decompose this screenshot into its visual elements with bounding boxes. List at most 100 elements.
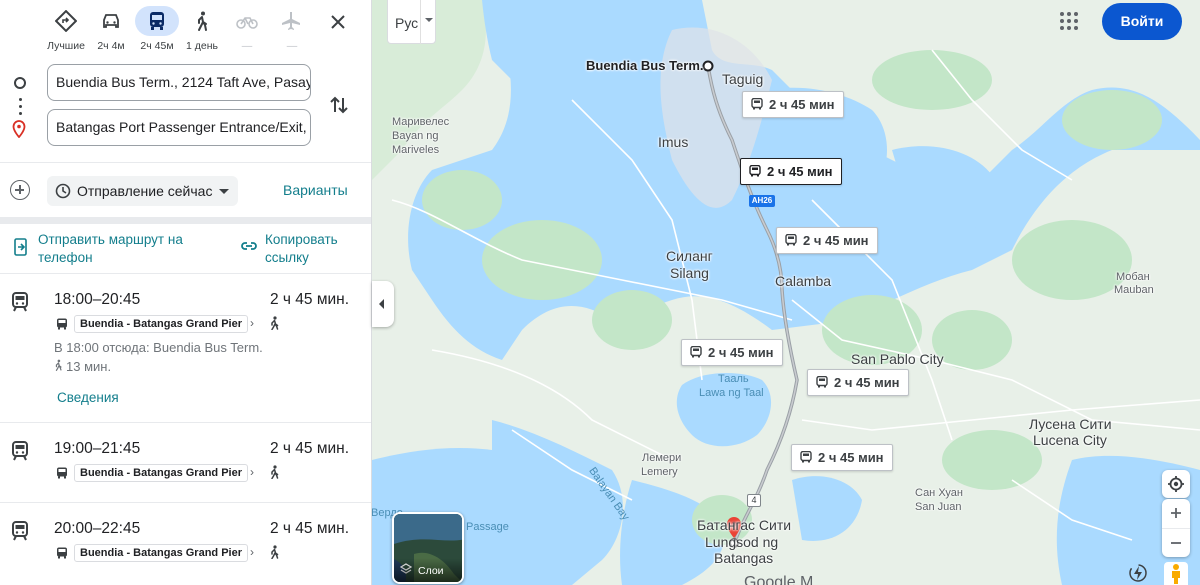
highway-shield-ah26: AH26 [749,195,775,207]
map-canvas[interactable] [372,0,1200,585]
depart-time-dropdown[interactable]: Отправление сейчас [47,176,238,206]
swap-arrows-icon [330,96,348,114]
walk-icon [271,545,279,559]
close-icon [331,15,345,29]
origin-circle-icon [14,77,26,89]
my-location-button[interactable] [1162,470,1190,498]
map-label-taal: Lawa ng Taal [699,387,764,399]
bus-icon [57,318,67,330]
route-duration-badge[interactable]: 2 ч 45 мин [776,227,878,254]
copy-link-button[interactable]: Копировать ссылку [265,231,365,267]
departure-info: В 18:00 отсюда: Buendia Bus Term. [54,340,263,355]
close-directions-button[interactable] [324,8,352,36]
chevron-right-icon: › [250,465,254,479]
trip-duration: 2 ч 45 мин. [270,440,350,457]
bus-icon [800,451,812,463]
street-view-pegman[interactable] [1164,562,1188,585]
map-label-taal-ru: Тааль [718,373,749,385]
route-duration-badge[interactable]: 2 ч 45 мин [807,369,909,396]
badge-text: 2 ч 45 мин [769,97,835,112]
route-duration-badge[interactable]: 2 ч 45 мин [791,444,893,471]
map-label-lemery-ru: Лемери [642,452,682,464]
trip-option[interactable]: 19:00–21:45 2 ч 45 мин. Buendia - Batang… [0,423,371,503]
map-label-batangas-ru: Батангас Сити [697,517,792,533]
map-label-mariveles-ru: Маривелес [392,116,450,128]
share-row: Отправить маршрут на телефон Копировать … [0,224,371,274]
lightning-icon[interactable] [1128,563,1148,583]
bus-icon [135,6,179,36]
map-label-san-juan-ru: Сан Хуан [915,487,963,499]
map-label-silang: Silang [670,265,709,281]
caret-down-icon [425,18,433,22]
map-label-lucena-ru: Лусена Сити [1029,416,1112,432]
directions-panel: Лучшие 2ч 4м 2ч 45м 1 день — — Buendia B… [0,0,372,585]
route-duration-badge-selected[interactable]: 2 ч 45 мин [740,158,842,185]
trip-option[interactable]: 18:00–20:45 2 ч 45 мин. Buendia - Batang… [0,274,371,423]
bus-icon [57,467,67,479]
origin-input[interactable]: Buendia Bus Term., 2124 Taft Ave, Pasay [47,64,311,101]
zoom-in-button[interactable] [1162,499,1190,528]
bus-icon [690,346,702,358]
map-label-mariveles: Mariveles [392,144,440,156]
layers-button[interactable]: Слои [392,512,464,584]
send-to-phone-link[interactable]: Отправить маршрут на телефон [38,231,213,267]
add-stop-icon[interactable] [10,180,30,200]
map-label-mauban: Mauban [1114,284,1154,296]
details-link[interactable]: Сведения [57,390,119,405]
map-language-dropdown[interactable]: Рус [387,0,436,44]
destination-input[interactable]: Batangas Port Passenger Entrance/Exit, [47,109,311,146]
zoom-control [1162,499,1190,557]
zoom-out-button[interactable] [1162,528,1190,557]
clock-icon [55,183,71,199]
walk-icon [180,6,224,36]
options-button[interactable]: Варианты [283,182,348,198]
collapse-panel-button[interactable] [372,281,394,327]
mode-flight[interactable]: — [269,6,315,56]
chevron-right-icon: › [250,316,254,330]
map-label-silang-ru: Силанг [666,248,713,264]
map-terrain [372,0,1200,585]
language-label: Рус [395,15,419,31]
bus-icon [749,165,761,177]
trip-time: 19:00–21:45 [54,440,141,457]
bus-icon [751,98,763,110]
walk-duration: 13 мин. [66,359,112,374]
map-label-batangas-local: Lungsod ng [705,534,779,550]
travel-mode-bar: Лучшие 2ч 4м 2ч 45м 1 день — — [0,0,371,60]
swap-route-button[interactable] [326,92,352,118]
options-row: Отправление сейчас Варианты [0,163,371,217]
chevron-right-icon: › [250,545,254,559]
google-logo: Google M [744,574,814,585]
map-label-mariveles-local: Bayan ng [392,130,439,142]
badge-text: 2 ч 45 мин [834,375,900,390]
train-icon [12,292,28,312]
route-dots-icon [19,98,22,119]
map-label-calamba: Calamba [775,273,832,289]
map-label-taguig: Taguig [722,71,764,87]
route-duration-badge[interactable]: 2 ч 45 мин [681,339,783,366]
caret-down-icon [219,189,229,194]
bus-line-chip: Buendia - Batangas Grand Pier [74,544,248,562]
send-to-phone-icon [14,238,27,256]
trip-duration: 2 ч 45 мин. [270,520,350,537]
map-label-batangas: Batangas [714,550,774,566]
route-shield: 4 [747,494,761,507]
sign-in-button[interactable]: Войти [1102,3,1182,40]
map-label-imus: Imus [658,134,689,150]
trip-option[interactable]: 20:00–22:45 2 ч 45 мин. Buendia - Batang… [0,503,371,585]
badge-text: 2 ч 45 мин [767,164,833,179]
walk-info: 13 мин. [54,359,111,374]
minus-icon [1171,542,1181,544]
trip-time: 18:00–20:45 [54,291,141,308]
walk-icon [55,359,62,371]
route-inputs: Buendia Bus Term., 2124 Taft Ave, Pasay … [0,60,371,160]
route-duration-badge[interactable]: 2 ч 45 мин [742,91,844,118]
section-divider [0,217,371,224]
apps-grid-icon[interactable] [1060,12,1078,30]
destination-pin-icon [12,120,26,143]
depart-time-label: Отправление сейчас [77,183,213,199]
trip-duration: 2 ч 45 мин. [270,291,350,308]
pegman-icon [1172,564,1180,584]
map-label-san-juan: San Juan [915,501,962,513]
walk-icon [271,465,279,479]
